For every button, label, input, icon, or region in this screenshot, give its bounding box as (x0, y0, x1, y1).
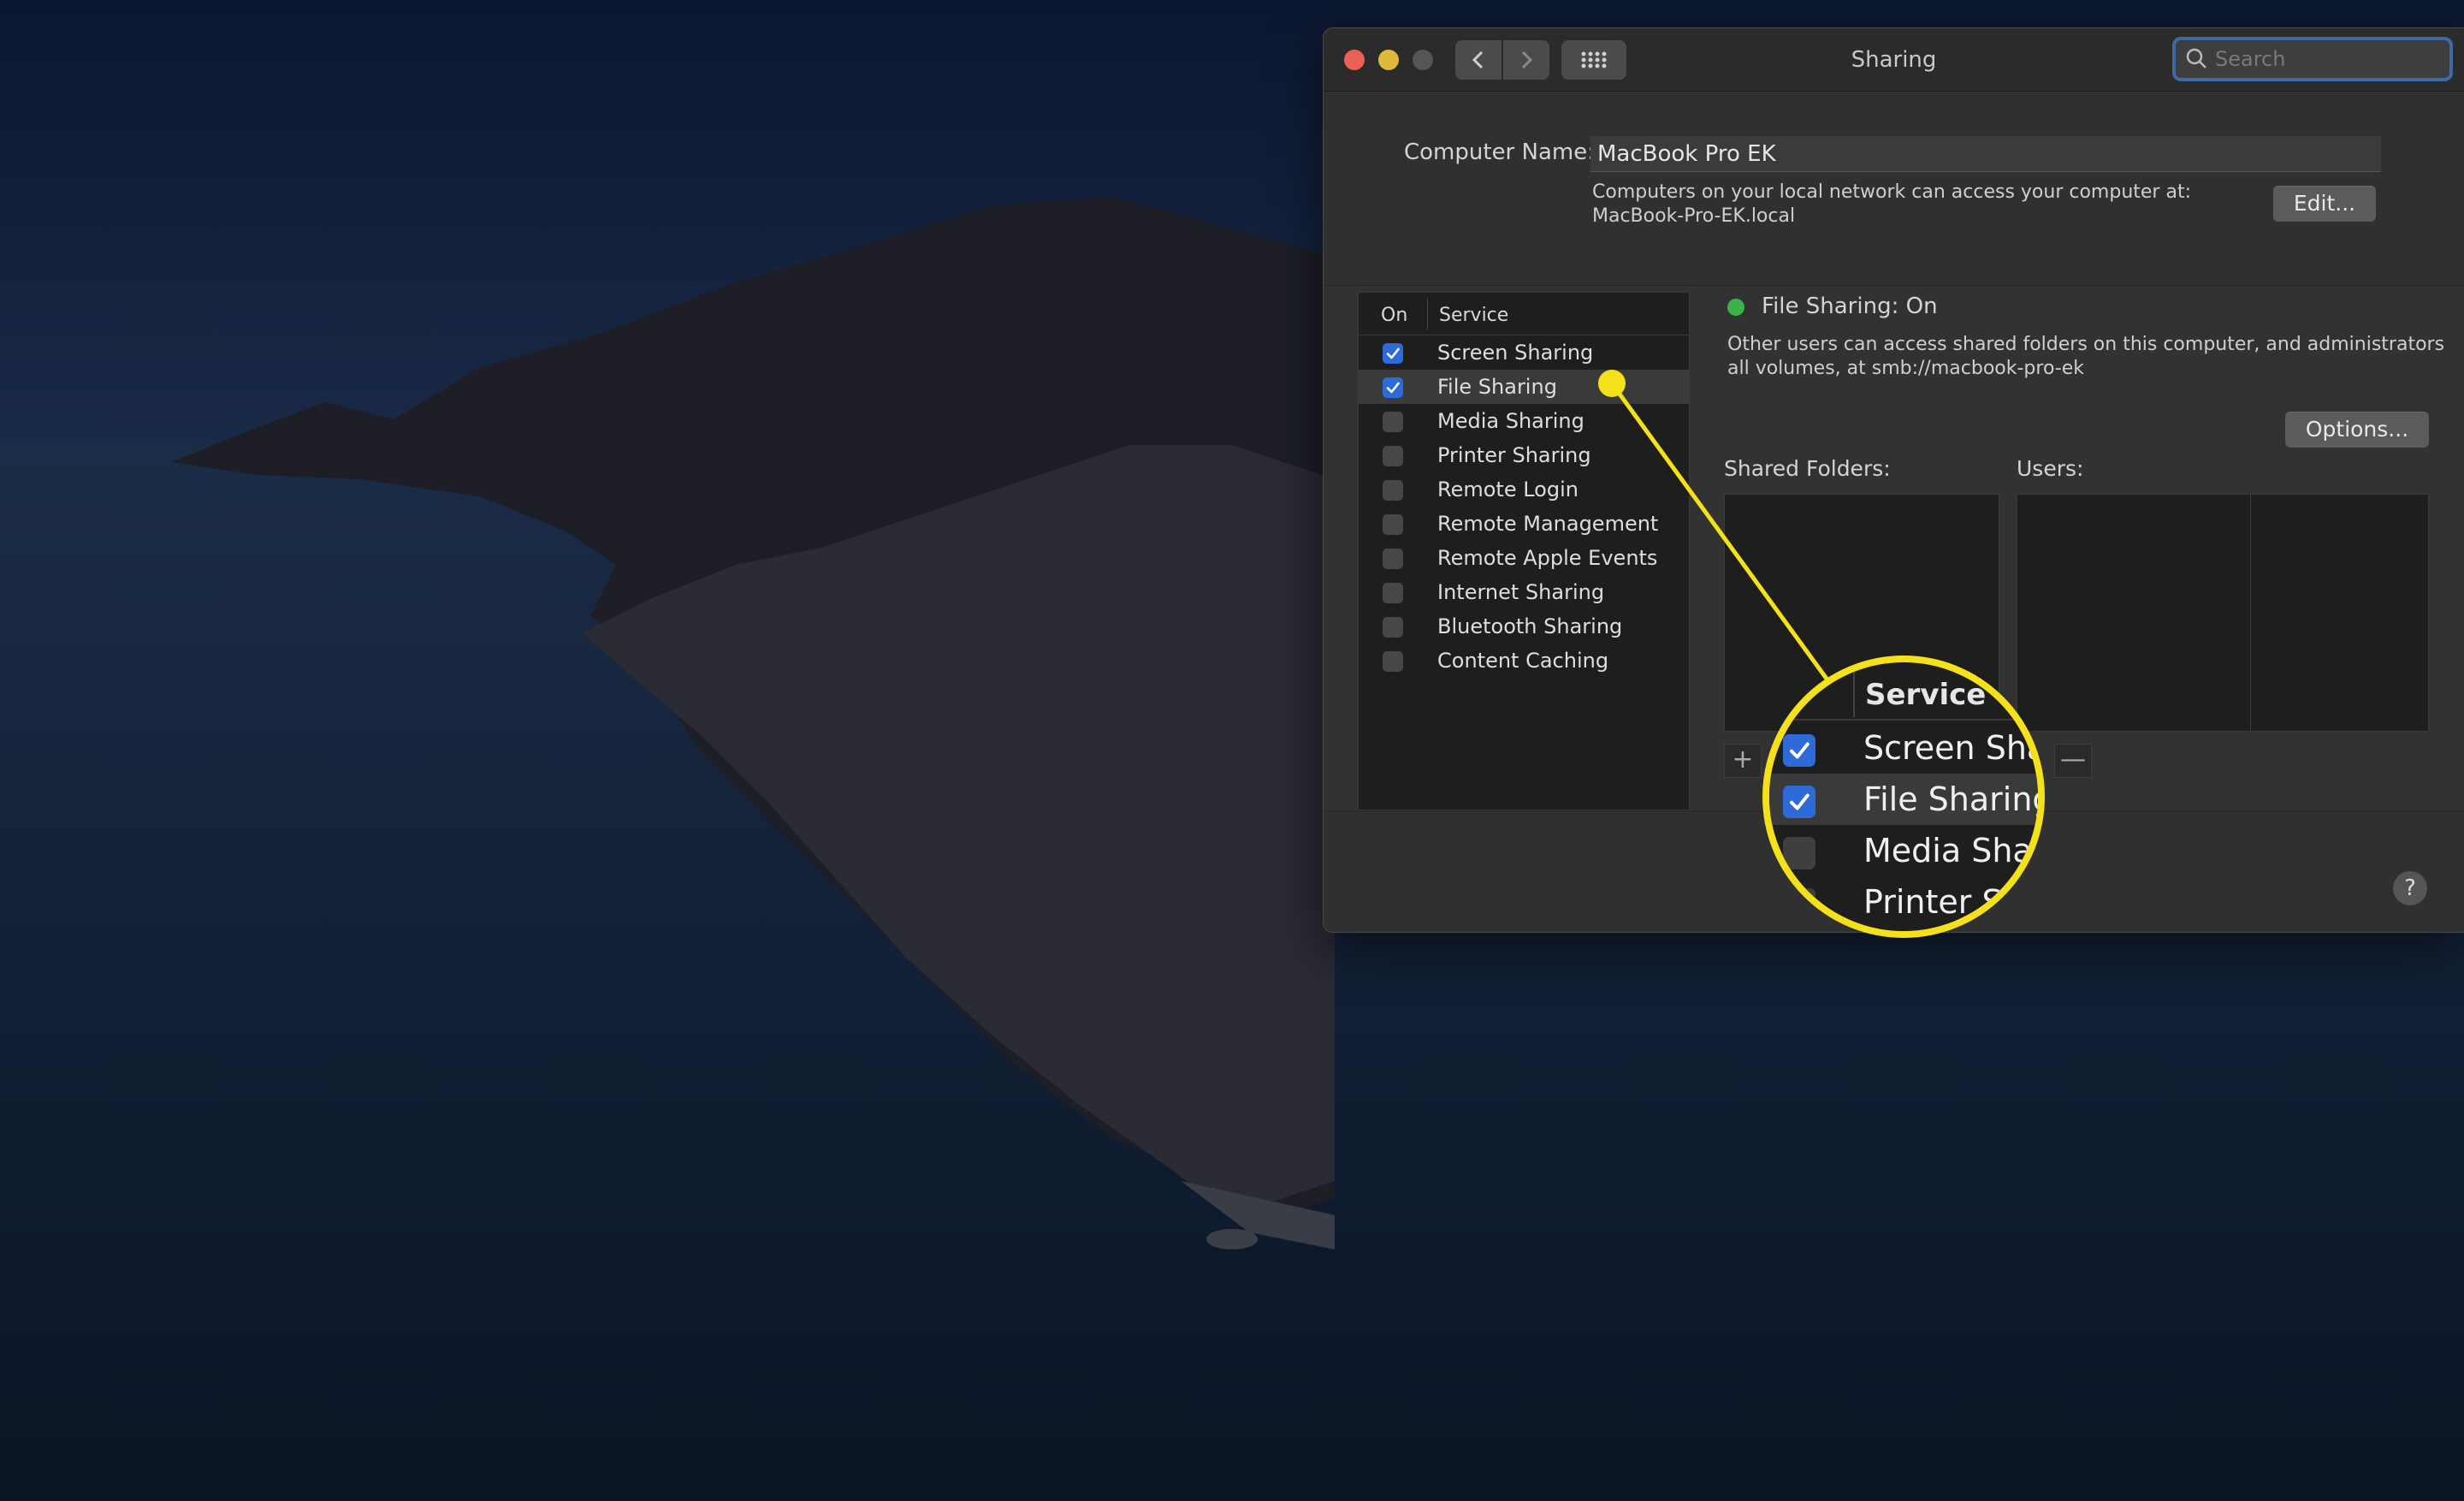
users-column-divider (2250, 495, 2251, 733)
service-list-header: On Service (1359, 293, 1689, 335)
search-input[interactable] (2215, 47, 2429, 71)
status-indicator (1727, 299, 1744, 316)
checkmark-icon (1386, 382, 1400, 394)
service-description-line1: Other users can access shared folders on… (1727, 334, 2445, 355)
title-bar: Sharing (1324, 28, 2464, 92)
service-label: Remote Apple Events (1437, 546, 1658, 570)
users-label: Users: (2017, 456, 2084, 481)
search-icon (2186, 48, 2206, 68)
zoom-row: File Sharing (1769, 774, 2045, 825)
zoom-checkbox (1783, 888, 1815, 921)
shared-folders-label: Shared Folders: (1724, 456, 1891, 481)
service-checkbox[interactable] (1383, 412, 1403, 432)
zoom-header: Service (1769, 662, 2038, 721)
service-label: Printer Sharing (1437, 443, 1591, 467)
service-checkbox[interactable] (1383, 377, 1403, 398)
service-checkbox[interactable] (1383, 514, 1403, 535)
service-row-remote-management[interactable]: Remote Management (1359, 507, 1689, 541)
add-folder-button[interactable]: + (1724, 744, 1762, 778)
service-description-line2: all volumes, at smb://macbook-pro-ek (1727, 358, 2085, 379)
service-label: Content Caching (1437, 649, 1609, 673)
users-list[interactable] (2017, 494, 2429, 733)
service-row-bluetooth-sharing[interactable]: Bluetooth Sharing (1359, 609, 1689, 644)
column-separator (1427, 298, 1428, 330)
service-label: File Sharing (1437, 375, 1557, 399)
zoom-row: Printer Sh (1769, 876, 2038, 928)
service-label: Remote Login (1437, 478, 1578, 501)
zoom-label: Screen Sha (1863, 729, 2045, 767)
help-button[interactable]: ? (2393, 871, 2427, 905)
zoom-row: Media Shari (1769, 825, 2045, 876)
zoom-callout: Service Screen Sha File Sharing Media Shar… (1762, 656, 2045, 938)
zoom-checkbox (1783, 837, 1815, 869)
service-checkbox[interactable] (1383, 549, 1403, 569)
zoom-checkbox (1783, 786, 1815, 818)
service-rows: Screen Sharing File Sharing Media Sharing P… (1359, 335, 1689, 678)
service-label: Media Sharing (1437, 409, 1584, 433)
service-checkbox[interactable] (1383, 446, 1403, 466)
computer-name-label: Computer Name: (1404, 139, 1595, 165)
service-checkbox[interactable] (1383, 480, 1403, 501)
service-row-printer-sharing[interactable]: Printer Sharing (1359, 438, 1689, 472)
service-label: Remote Management (1437, 512, 1659, 536)
zoom-checkbox (1783, 734, 1815, 767)
column-header-on[interactable]: On (1381, 305, 1407, 326)
service-row-remote-apple-events[interactable]: Remote Apple Events (1359, 541, 1689, 575)
zoom-row: Screen Sha (1769, 722, 2045, 774)
service-checkbox[interactable] (1383, 617, 1403, 638)
service-list: On Service Screen Sharing File Sharing Med… (1358, 292, 1690, 810)
network-info-line2: MacBook-Pro-EK.local (1592, 205, 1796, 227)
computer-name-field[interactable]: MacBook Pro EK (1590, 136, 2381, 172)
service-label: Bluetooth Sharing (1437, 614, 1623, 638)
service-row-screen-sharing[interactable]: Screen Sharing (1359, 335, 1689, 370)
zoom-column-separator (1853, 669, 1855, 717)
zoom-label: Media Shari (1863, 832, 2045, 869)
checkmark-icon (1790, 793, 1810, 810)
edit-button[interactable]: Edit... (2273, 186, 2376, 222)
zoom-service-header: Service (1865, 678, 1987, 712)
service-checkbox[interactable] (1383, 651, 1403, 672)
network-info-line1: Computers on your local network can acce… (1592, 181, 2191, 203)
options-button[interactable]: Options... (2285, 412, 2429, 448)
checkmark-icon (1386, 347, 1400, 359)
service-label: Screen Sharing (1437, 341, 1594, 365)
service-row-file-sharing[interactable]: File Sharing (1359, 370, 1689, 404)
service-row-content-caching[interactable]: Content Caching (1359, 644, 1689, 678)
zoom-label: Printer Sh (1863, 883, 2023, 921)
service-row-remote-login[interactable]: Remote Login (1359, 472, 1689, 507)
service-row-internet-sharing[interactable]: Internet Sharing (1359, 575, 1689, 609)
service-checkbox[interactable] (1383, 343, 1403, 364)
service-status: File Sharing: On (1762, 294, 1938, 319)
zoom-content: Service Screen Sha File Sharing Media Shar… (1769, 662, 2045, 931)
service-checkbox[interactable] (1383, 583, 1403, 603)
service-label: Internet Sharing (1437, 580, 1605, 604)
column-header-service[interactable]: Service (1439, 305, 1508, 326)
service-row-media-sharing[interactable]: Media Sharing (1359, 404, 1689, 438)
zoom-label: File Sharing (1863, 780, 2045, 818)
remove-user-button[interactable]: — (2054, 744, 2092, 778)
checkmark-icon (1790, 742, 1810, 759)
search-field[interactable] (2172, 37, 2453, 81)
